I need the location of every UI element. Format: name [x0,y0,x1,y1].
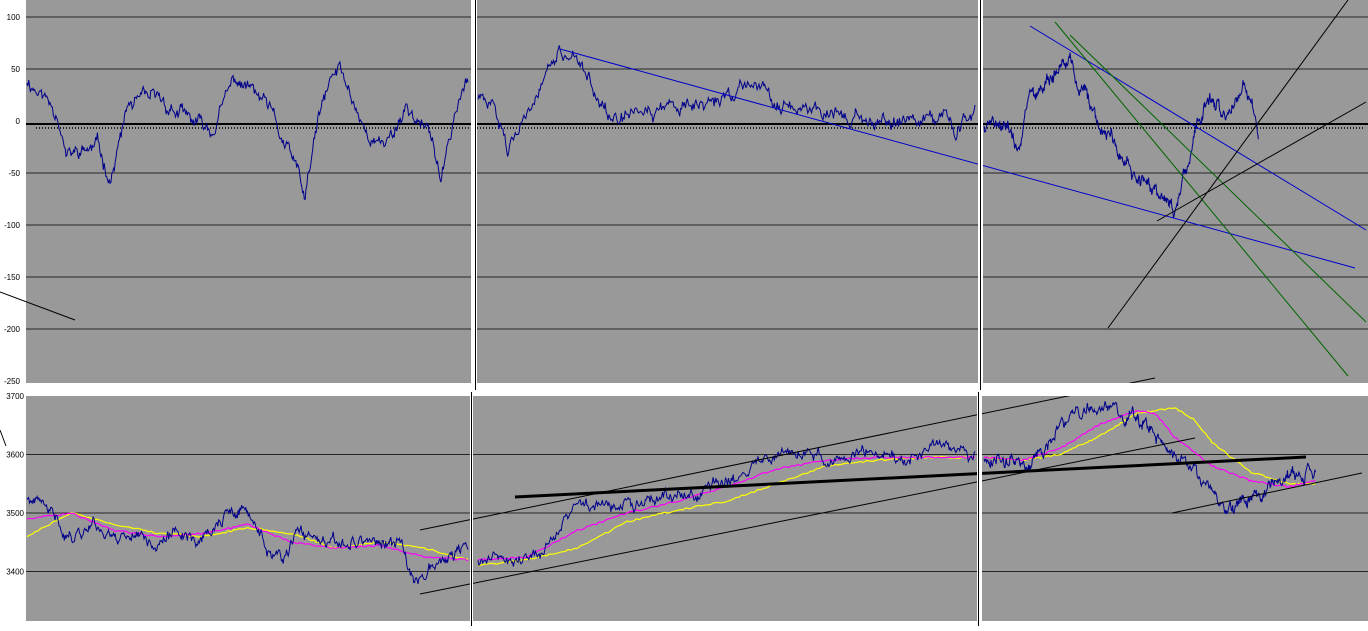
oscillator-y-tick-label: -100 [4,221,21,230]
panel-border [980,0,981,390]
price-y-tick-label: 3400 [6,568,24,577]
oscillator-plot-area [26,0,1368,383]
chart-canvas: 100 50 0 -50 -100 -150 -200 -250 3700 3600 3500 340… [0,0,1368,626]
price-y-tick-label: 3600 [6,451,24,460]
panel-divider [0,621,1368,626]
panel-border [978,392,979,626]
price-plot-area [26,396,1368,626]
chart-window: 100 50 0 -50 -100 -150 -200 -250 3700 3600 3500 340… [0,0,1368,626]
panel-divider [977,392,982,626]
panel-divider [471,0,477,390]
oscillator-y-tick-label: 50 [11,65,20,74]
oscillator-y-tick-label: -150 [4,273,21,282]
oscillator-y-tick-label: -250 [4,377,21,386]
oscillator-y-tick-label: 100 [7,13,21,22]
panel-border [475,0,476,390]
oscillator-y-tick-label: -200 [4,325,21,334]
price-y-tick-label: 3700 [6,392,24,401]
price-y-tick-label: 3500 [6,509,24,518]
panel-divider [26,383,1368,396]
oscillator-y-tick-label: 0 [16,117,21,126]
oscillator-y-tick-label: -50 [8,169,20,178]
panel-border [471,392,472,626]
trendline [0,429,7,447]
